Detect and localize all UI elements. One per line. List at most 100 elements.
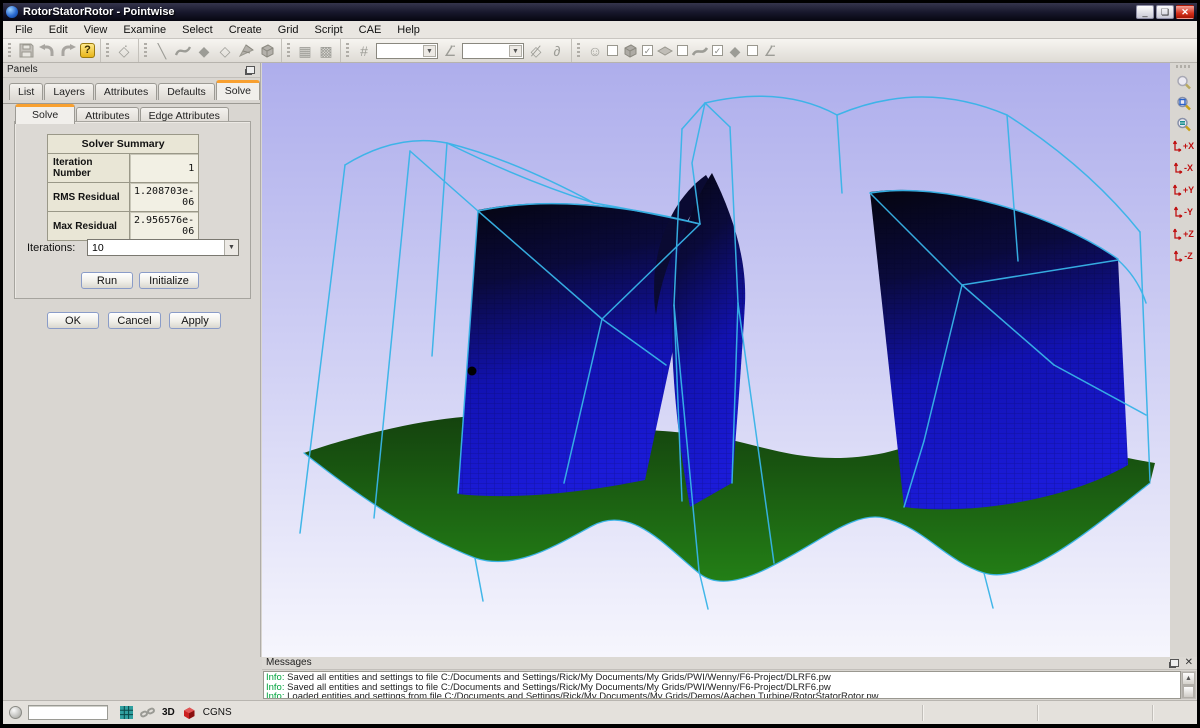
- chevron-down-icon[interactable]: ▼: [509, 45, 522, 57]
- view-plus-x-button[interactable]: +X: [1172, 135, 1196, 157]
- tab-list[interactable]: List: [9, 83, 43, 100]
- viewport-3d-scene[interactable]: [262, 63, 1170, 657]
- float-panel-icon[interactable]: [1170, 659, 1179, 667]
- solver-summary-table: Solver Summary Iteration Number 1 RMS Re…: [47, 134, 199, 241]
- menu-file[interactable]: File: [7, 22, 41, 38]
- spacing-display-icon[interactable]: ∠̈: [761, 42, 779, 59]
- iterations-input[interactable]: 10 ▼: [87, 239, 239, 256]
- messages-header: Messages ✕: [262, 657, 1197, 670]
- structured-grid-icon[interactable]: ▦: [296, 42, 314, 59]
- menu-cae[interactable]: CAE: [351, 22, 390, 38]
- partial-derivative-icon[interactable]: ∂: [548, 42, 566, 59]
- apply-button[interactable]: Apply: [169, 312, 221, 329]
- show-blocks-checkbox[interactable]: [607, 45, 618, 56]
- view-minus-z-button[interactable]: -Z: [1172, 245, 1196, 267]
- domain-display-icon[interactable]: [656, 42, 674, 59]
- toolbar-drag-handle[interactable]: [346, 43, 349, 59]
- grid-cell-icon: [120, 706, 133, 719]
- chevron-down-icon[interactable]: ▼: [423, 45, 436, 57]
- curve-connector-icon[interactable]: [174, 42, 192, 59]
- menu-edit[interactable]: Edit: [41, 22, 76, 38]
- scroll-up-icon[interactable]: ▲: [1182, 672, 1195, 685]
- minimize-button[interactable]: _: [1136, 5, 1154, 19]
- layer-add-icon[interactable]: ◇̇: [115, 42, 133, 59]
- row-label: Iteration Number: [48, 154, 130, 183]
- menu-select[interactable]: Select: [174, 22, 221, 38]
- messages-panel: Messages ✕ Info: Saved all entities and …: [262, 657, 1197, 700]
- row-value: 1: [130, 154, 199, 183]
- messages-title: Messages: [266, 657, 312, 668]
- undo-icon[interactable]: [38, 42, 56, 59]
- show-spacings-checkbox[interactable]: [747, 45, 758, 56]
- restore-button[interactable]: ❏: [1156, 5, 1174, 19]
- panels-header: Panels: [3, 63, 260, 78]
- tab-layers[interactable]: Layers: [44, 83, 94, 100]
- spacing-icon[interactable]: ∠̈: [441, 42, 459, 59]
- spinner-arrow-icon[interactable]: ▼: [224, 240, 238, 255]
- tab-attributes[interactable]: Attributes: [95, 83, 157, 100]
- tab-solve[interactable]: Solve: [216, 80, 260, 100]
- application-window: RotorStatorRotor - Pointwise _ ❏ ✕ File …: [0, 0, 1200, 728]
- domain-icon[interactable]: ◆: [195, 42, 213, 59]
- float-panel-icon[interactable]: [246, 66, 255, 74]
- show-database-checkbox[interactable]: ✓: [712, 45, 723, 56]
- unstructured-grid-icon[interactable]: ▩: [317, 42, 335, 59]
- close-icon[interactable]: ✕: [1185, 658, 1193, 668]
- messages-log[interactable]: Info: Saved all entities and settings to…: [263, 671, 1181, 699]
- toolbar-drag-handle[interactable]: [1176, 65, 1192, 68]
- toolbar-drag-handle[interactable]: [577, 43, 580, 59]
- redo-icon[interactable]: [59, 42, 77, 59]
- menu-view[interactable]: View: [76, 22, 116, 38]
- block-display-icon[interactable]: [621, 42, 639, 59]
- two-point-connector-icon[interactable]: ╲: [153, 42, 171, 59]
- solve-group-box: Solver Summary Iteration Number 1 RMS Re…: [14, 121, 251, 299]
- spacing-combobox[interactable]: ▼: [462, 43, 524, 59]
- toolbar-drag-handle[interactable]: [8, 43, 11, 59]
- dimension-icon[interactable]: #: [355, 42, 373, 59]
- scrollbar-thumb[interactable]: [1183, 686, 1194, 698]
- menu-help[interactable]: Help: [389, 22, 428, 38]
- messages-scrollbar[interactable]: ▲ ▼: [1181, 671, 1196, 699]
- zoom-icon[interactable]: [1173, 72, 1195, 93]
- run-button[interactable]: Run: [81, 272, 133, 289]
- tab-defaults[interactable]: Defaults: [158, 83, 215, 100]
- view-plus-z-button[interactable]: +Z: [1172, 223, 1196, 245]
- title-bar[interactable]: RotorStatorRotor - Pointwise _ ❏ ✕: [3, 3, 1197, 21]
- extrude-icon[interactable]: [237, 42, 255, 59]
- toolbar-drag-handle[interactable]: [144, 43, 147, 59]
- block-icon[interactable]: [258, 42, 276, 59]
- mask-icon[interactable]: ☺: [586, 42, 604, 59]
- status-bar: 3D CGNS: [3, 700, 1197, 724]
- menu-bar: File Edit View Examine Select Create Gri…: [3, 21, 1197, 39]
- view-minus-y-button[interactable]: -Y: [1172, 201, 1196, 223]
- menu-create[interactable]: Create: [221, 22, 270, 38]
- row-value: 1.208703e-06: [130, 183, 199, 212]
- view-toolbar: +X -X +Y -Y +Z: [1170, 63, 1197, 657]
- dimension-combobox[interactable]: ▼: [376, 43, 438, 59]
- database-display-icon[interactable]: ◆: [726, 42, 744, 59]
- solve-icon[interactable]: ◇̸: [527, 42, 545, 59]
- zoom-box-icon[interactable]: [1173, 93, 1195, 114]
- view-minus-x-button[interactable]: -X: [1172, 157, 1196, 179]
- close-button[interactable]: ✕: [1176, 5, 1194, 19]
- row-value: 2.956576e-06: [130, 212, 199, 241]
- subtab-solve[interactable]: Solve: [15, 104, 75, 124]
- zoom-extents-icon[interactable]: [1173, 114, 1195, 135]
- menu-grid[interactable]: Grid: [270, 22, 307, 38]
- toolbar-drag-handle[interactable]: [287, 43, 290, 59]
- show-connectors-checkbox[interactable]: [677, 45, 688, 56]
- initialize-button[interactable]: Initialize: [139, 272, 199, 289]
- connector-display-icon[interactable]: [691, 42, 709, 59]
- cae-format-label: CGNS: [203, 707, 232, 718]
- help-icon[interactable]: [80, 43, 95, 58]
- menu-examine[interactable]: Examine: [115, 22, 174, 38]
- ok-button[interactable]: OK: [47, 312, 99, 329]
- show-domains-checkbox[interactable]: ✓: [642, 45, 653, 56]
- toolbar-drag-handle[interactable]: [106, 43, 109, 59]
- log-line: Info: Loaded entities and settings from …: [266, 692, 1178, 699]
- save-icon[interactable]: [17, 42, 35, 59]
- unstructured-domain-icon[interactable]: ◇: [216, 42, 234, 59]
- menu-script[interactable]: Script: [307, 22, 351, 38]
- cancel-button[interactable]: Cancel: [108, 312, 161, 329]
- view-plus-y-button[interactable]: +Y: [1172, 179, 1196, 201]
